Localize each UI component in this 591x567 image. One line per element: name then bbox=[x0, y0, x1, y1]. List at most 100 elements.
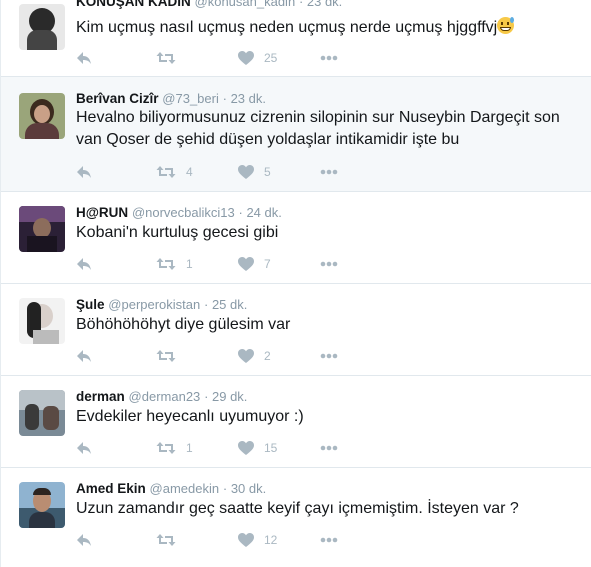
heart-icon bbox=[238, 165, 254, 179]
avatar[interactable] bbox=[19, 93, 65, 139]
retweet-button[interactable]: 1 bbox=[156, 441, 238, 455]
more-button[interactable] bbox=[320, 55, 338, 61]
author-handle[interactable]: @perperokistan bbox=[108, 297, 200, 312]
heart-icon bbox=[238, 349, 254, 363]
more-dots-icon bbox=[320, 261, 338, 267]
author-handle[interactable]: @konusan_kadin bbox=[195, 0, 296, 9]
like-count: 25 bbox=[264, 51, 278, 65]
tweet-text: Kim uçmuş nasıl uçmuş neden uçmuş nerde … bbox=[76, 17, 572, 39]
more-dots-icon bbox=[320, 169, 338, 175]
tweet-item[interactable]: Amed Ekin @amedekin · 30 dk. Uzun zamand… bbox=[1, 468, 591, 567]
retweet-count: 1 bbox=[186, 441, 193, 455]
tweet-actions: 12 bbox=[76, 531, 338, 549]
reply-arrow-icon bbox=[77, 534, 91, 546]
tweet-item[interactable]: H@RUN @norvecbalikci13 · 24 dk. Kobani'n… bbox=[1, 192, 591, 284]
reply-button[interactable] bbox=[76, 441, 156, 455]
tweet-time[interactable]: · 29 dk. bbox=[204, 389, 247, 404]
like-button[interactable]: 5 bbox=[238, 165, 320, 179]
heart-icon bbox=[238, 51, 254, 65]
tweet-text: Uzun zamandır geç saatte keyif çayı içme… bbox=[76, 500, 519, 517]
like-count: 2 bbox=[264, 349, 271, 363]
author-name[interactable]: Berîvan Cizîr bbox=[76, 91, 159, 106]
more-button[interactable] bbox=[320, 537, 338, 543]
reply-button[interactable] bbox=[76, 51, 156, 65]
author-handle[interactable]: @amedekin bbox=[150, 481, 220, 496]
reply-button[interactable] bbox=[76, 533, 156, 547]
avatar[interactable] bbox=[19, 482, 65, 528]
tweet-actions: 2 bbox=[76, 347, 338, 365]
avatar[interactable] bbox=[19, 4, 65, 50]
reply-arrow-icon bbox=[77, 52, 91, 64]
reply-arrow-icon bbox=[77, 350, 91, 362]
retweet-icon bbox=[156, 166, 176, 178]
like-button[interactable]: 2 bbox=[238, 349, 320, 363]
tweet-time[interactable]: · 25 dk. bbox=[204, 297, 247, 312]
author-name[interactable]: KONUŞAN KADIN bbox=[76, 0, 191, 9]
more-dots-icon bbox=[320, 55, 338, 61]
reply-button[interactable] bbox=[76, 165, 156, 179]
more-button[interactable] bbox=[320, 445, 338, 451]
reply-arrow-icon bbox=[77, 258, 91, 270]
author-name[interactable]: Şule bbox=[76, 297, 105, 312]
author-name[interactable]: H@RUN bbox=[76, 205, 128, 220]
like-count: 12 bbox=[264, 533, 278, 547]
tweet-feed: KONUŞAN KADIN @konusan_kadin · 23 dk. Ki… bbox=[0, 0, 591, 567]
like-button[interactable]: 7 bbox=[238, 257, 320, 271]
tweet-actions: 1 15 bbox=[76, 439, 338, 457]
author-name[interactable]: derman bbox=[76, 389, 125, 404]
grinning-sweat-emoji-icon bbox=[497, 17, 515, 34]
like-count: 7 bbox=[264, 257, 271, 271]
reply-button[interactable] bbox=[76, 257, 156, 271]
reply-button[interactable] bbox=[76, 349, 156, 363]
retweet-icon bbox=[156, 534, 176, 546]
retweet-icon bbox=[156, 258, 176, 270]
tweet-item[interactable]: derman @derman23 · 29 dk. Evdekiler heye… bbox=[1, 376, 591, 468]
tweet-actions: 1 7 bbox=[76, 255, 338, 273]
tweet-text: Kobani'n kurtuluş gecesi gibi bbox=[76, 224, 279, 241]
tweet-time[interactable]: · 24 dk. bbox=[239, 205, 282, 220]
retweet-button[interactable] bbox=[156, 533, 238, 547]
more-button[interactable] bbox=[320, 353, 338, 359]
tweet-header: derman @derman23 · 29 dk. bbox=[76, 389, 247, 404]
tweet-item[interactable]: Berîvan Cizîr @73_beri · 23 dk. Hevalno … bbox=[1, 77, 591, 192]
tweet-time[interactable]: · 23 dk. bbox=[299, 0, 342, 9]
author-name[interactable]: Amed Ekin bbox=[76, 481, 146, 496]
heart-icon bbox=[238, 441, 254, 455]
retweet-button[interactable] bbox=[156, 51, 238, 65]
retweet-button[interactable]: 4 bbox=[156, 165, 238, 179]
heart-icon bbox=[238, 257, 254, 271]
avatar[interactable] bbox=[19, 298, 65, 344]
tweet-actions: 4 5 bbox=[76, 163, 338, 181]
retweet-icon bbox=[156, 442, 176, 454]
more-button[interactable] bbox=[320, 169, 338, 175]
avatar[interactable] bbox=[19, 390, 65, 436]
retweet-count: 4 bbox=[186, 165, 193, 179]
tweet-text: Hevalno biliyormusunuz cizrenin silopini… bbox=[76, 109, 560, 148]
more-button[interactable] bbox=[320, 261, 338, 267]
retweet-button[interactable] bbox=[156, 349, 238, 363]
tweet-item[interactable]: KONUŞAN KADIN @konusan_kadin · 23 dk. Ki… bbox=[1, 0, 591, 77]
reply-arrow-icon bbox=[77, 442, 91, 454]
tweet-time[interactable]: · 30 dk. bbox=[223, 481, 266, 496]
author-handle[interactable]: @norvecbalikci13 bbox=[132, 205, 235, 220]
retweet-count: 1 bbox=[186, 257, 193, 271]
tweet-time[interactable]: · 23 dk. bbox=[223, 91, 266, 106]
retweet-icon bbox=[156, 52, 176, 64]
tweet-item[interactable]: Şule @perperokistan · 25 dk. Böhöhöhöhyt… bbox=[1, 284, 591, 376]
like-button[interactable]: 15 bbox=[238, 441, 320, 455]
author-handle[interactable]: @73_beri bbox=[162, 91, 219, 106]
author-handle[interactable]: @derman23 bbox=[129, 389, 201, 404]
tweet-header: H@RUN @norvecbalikci13 · 24 dk. bbox=[76, 205, 282, 220]
tweet-text: Böhöhöhöhyt diye gülesim var bbox=[76, 316, 291, 333]
like-button[interactable]: 12 bbox=[238, 533, 320, 547]
like-count: 15 bbox=[264, 441, 278, 455]
heart-icon bbox=[238, 533, 254, 547]
avatar[interactable] bbox=[19, 206, 65, 252]
retweet-button[interactable]: 1 bbox=[156, 257, 238, 271]
more-dots-icon bbox=[320, 537, 338, 543]
tweet-actions: 25 bbox=[76, 49, 338, 67]
tweet-header: Amed Ekin @amedekin · 30 dk. bbox=[76, 481, 266, 496]
like-count: 5 bbox=[264, 165, 271, 179]
tweet-header: Berîvan Cizîr @73_beri · 23 dk. bbox=[76, 91, 266, 106]
like-button[interactable]: 25 bbox=[238, 51, 320, 65]
